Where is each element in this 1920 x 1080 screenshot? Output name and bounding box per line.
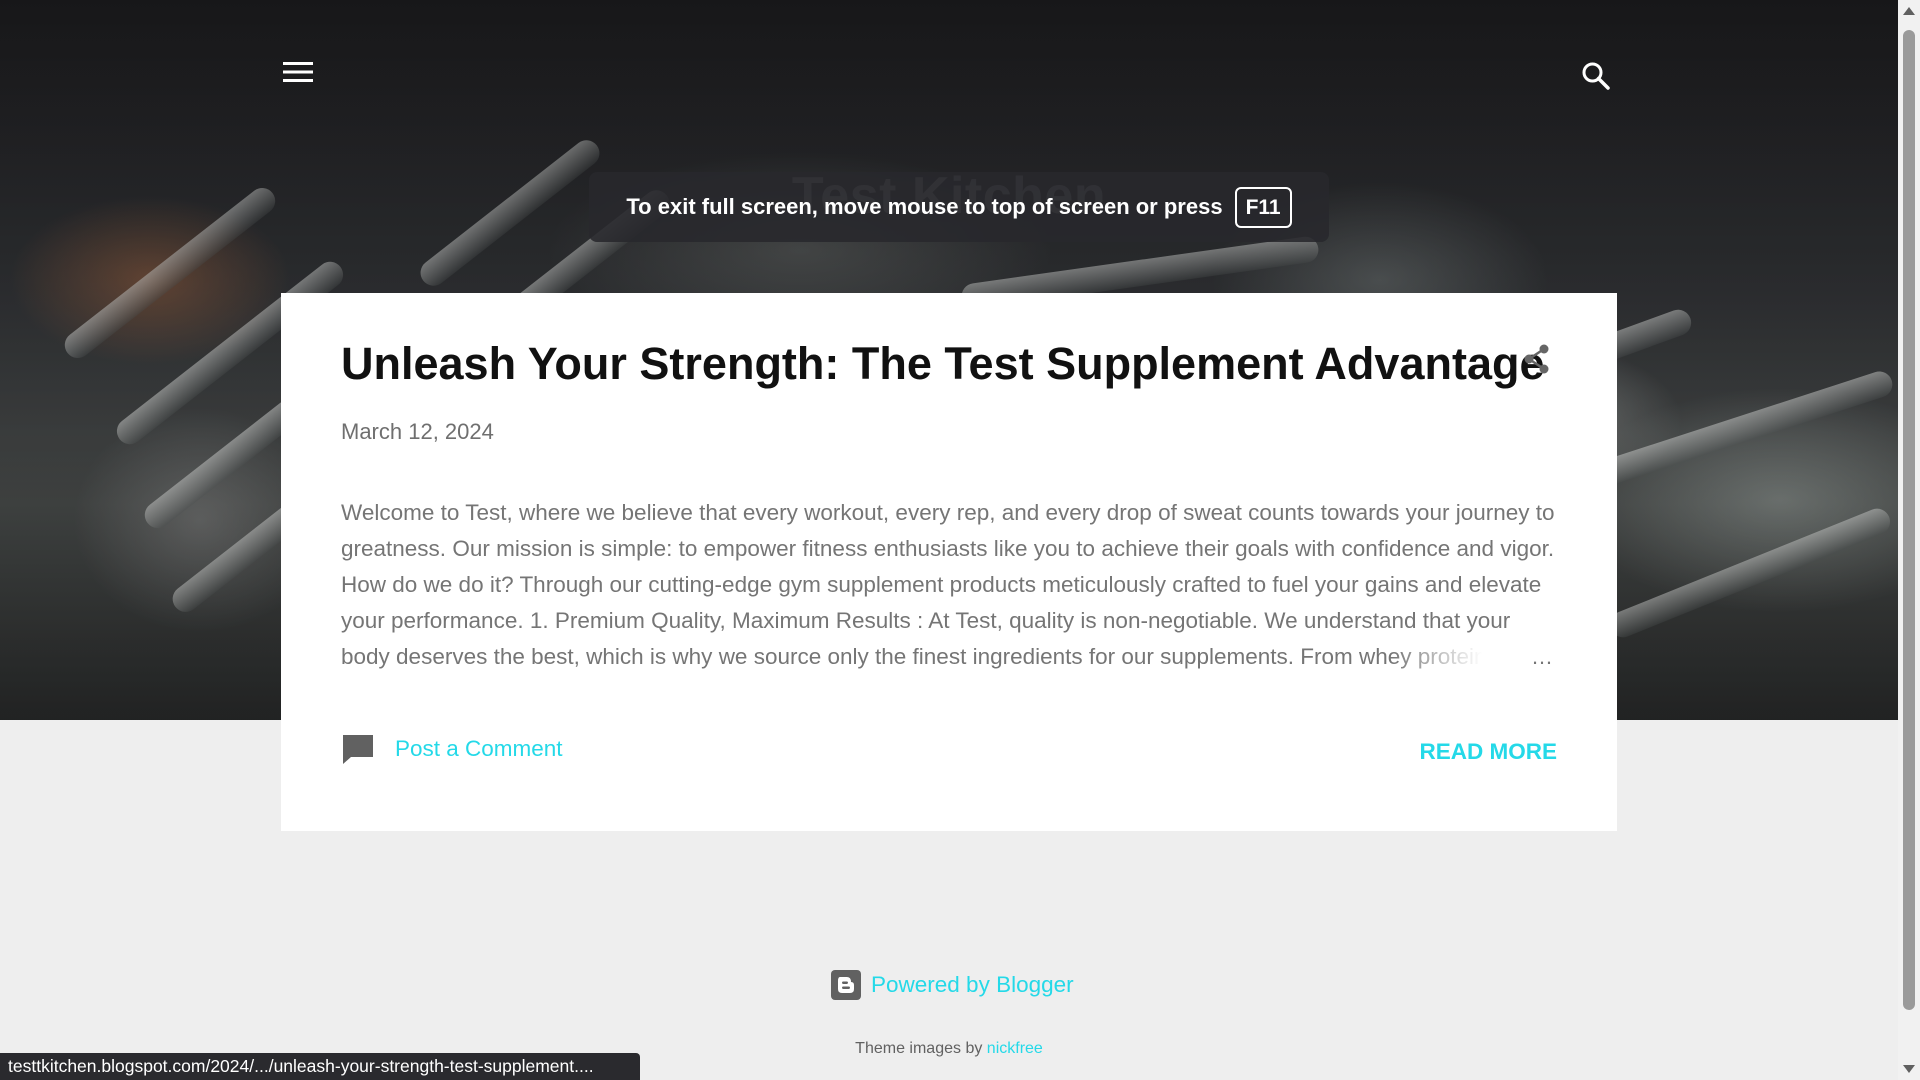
caret-up-icon <box>1903 7 1915 15</box>
powered-by-label: Powered by Blogger <box>871 972 1074 997</box>
menu-button[interactable] <box>276 50 320 94</box>
post-comment-link[interactable]: Post a Comment <box>341 733 563 765</box>
post-comment-label: Post a Comment <box>395 736 563 761</box>
snippet-ellipsis: … <box>1531 644 1553 669</box>
fullscreen-notification-text: To exit full screen, move mouse to top o… <box>626 194 1223 219</box>
theme-author-link[interactable]: nickfree <box>987 1040 1043 1057</box>
scroll-up-arrow[interactable] <box>1898 0 1920 22</box>
post-date[interactable]: March 12, 2024 <box>341 419 494 445</box>
vertical-scrollbar[interactable] <box>1898 0 1920 1080</box>
caret-down-icon <box>1903 1065 1915 1073</box>
post-title[interactable]: Unleash Your Strength: The Test Suppleme… <box>341 337 1545 391</box>
link-preview-status-bar: testtkitchen.blogspot.com/2024/.../unlea… <box>0 1053 640 1080</box>
post-snippet: Welcome to Test, where we believe that e… <box>341 500 1555 669</box>
search-icon <box>1582 62 1610 90</box>
search-button[interactable] <box>1574 54 1618 98</box>
post-card: Unleash Your Strength: The Test Suppleme… <box>281 293 1617 831</box>
f11-key-badge: F11 <box>1234 186 1292 228</box>
blogger-logo-icon <box>831 970 861 1000</box>
share-icon <box>1524 344 1549 374</box>
powered-by-blogger-link[interactable]: Powered by Blogger <box>831 970 1074 1000</box>
share-button[interactable] <box>1515 337 1559 381</box>
fullscreen-notification: To exit full screen, move mouse to top o… <box>589 172 1329 242</box>
comment-icon <box>343 735 373 764</box>
scrollbar-thumb[interactable] <box>1903 30 1915 1010</box>
menu-icon <box>283 62 313 82</box>
scroll-down-arrow[interactable] <box>1898 1058 1920 1080</box>
read-more-link[interactable]: READ MORE <box>1419 739 1557 765</box>
theme-credit-prefix: Theme images by <box>855 1040 983 1057</box>
